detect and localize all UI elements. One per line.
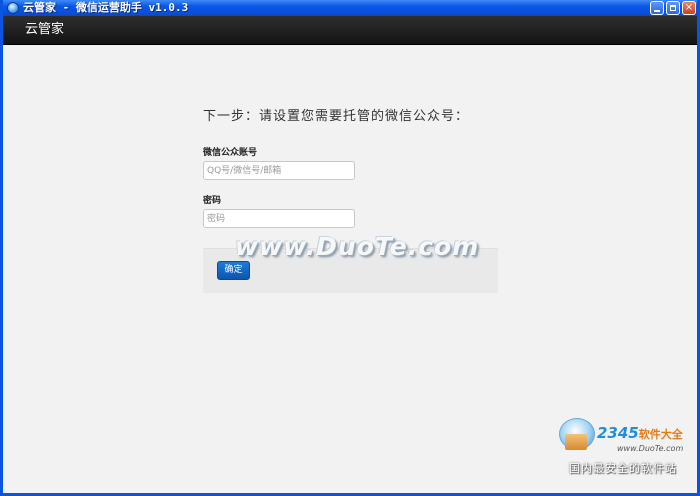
minimize-icon: [654, 10, 660, 12]
logo-brand: 2345软件大全: [597, 424, 683, 442]
maximize-icon: [670, 5, 676, 11]
header-brand[interactable]: 云管家: [25, 21, 64, 39]
step-title: 下一步：请设置您需要托管的微信公众号：: [203, 109, 470, 124]
box-icon: [565, 434, 587, 450]
app-icon: [7, 2, 19, 14]
window-title: 云管家 - 微信运营助手 v1.0.3: [23, 1, 189, 14]
password-label: 密码: [203, 196, 222, 206]
logo-slogan: 国内最安全的软件站: [569, 462, 677, 475]
logo-brand-number: 2345: [597, 424, 639, 442]
corner-logo: 2345软件大全 www.DuoTe.com 国内最安全的软件站: [559, 418, 697, 493]
title-bar[interactable]: 云管家 - 微信运营助手 v1.0.3 ×: [3, 0, 697, 16]
app-window: 云管家 - 微信运营助手 v1.0.3 × 云管家 下一步：请设置您需要托管的微…: [0, 0, 700, 496]
minimize-button[interactable]: [650, 1, 664, 15]
logo-url: www.DuoTe.com: [617, 444, 684, 453]
site-watermark: www.DuoTe.com: [235, 232, 480, 261]
main-content: 下一步：请设置您需要托管的微信公众号： 微信公众账号 密码 确定 www.Duo…: [3, 45, 697, 493]
logo-brand-suffix: 软件大全: [638, 428, 683, 441]
password-input[interactable]: [203, 209, 355, 228]
maximize-button[interactable]: [666, 1, 680, 15]
close-button[interactable]: ×: [682, 1, 696, 15]
account-input[interactable]: [203, 161, 355, 180]
app-header: 云管家: [3, 16, 697, 45]
confirm-button[interactable]: 确定: [217, 261, 250, 280]
account-label: 微信公众账号: [203, 148, 258, 158]
close-icon: ×: [684, 2, 694, 13]
